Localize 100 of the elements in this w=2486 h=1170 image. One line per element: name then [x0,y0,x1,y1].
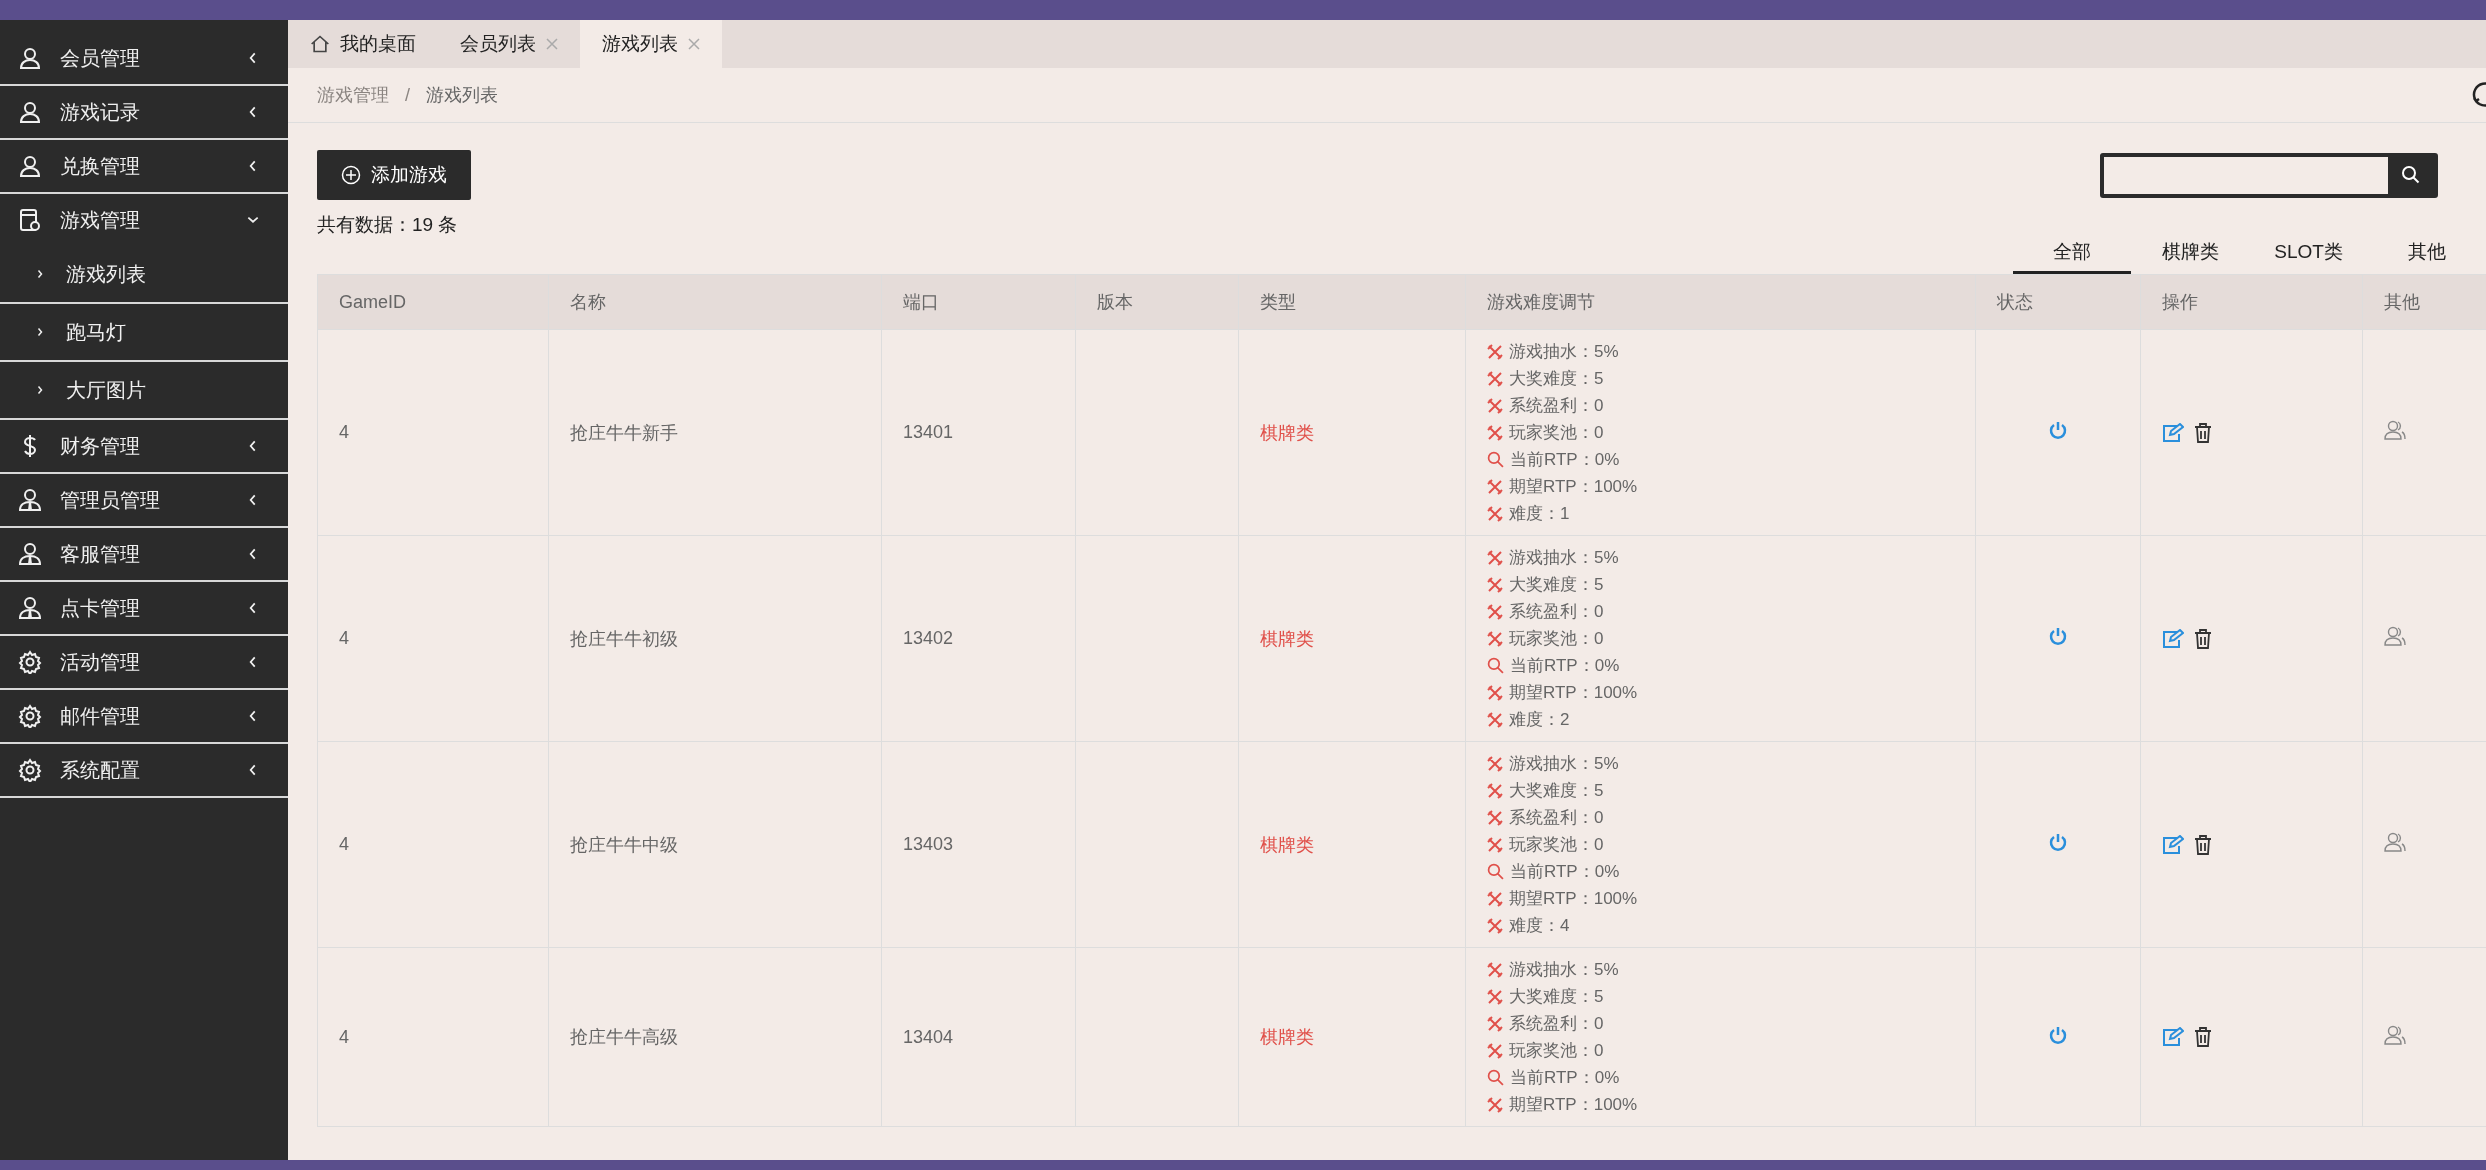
column-header: 版本 [1075,274,1239,330]
add-game-button[interactable]: 添加游戏 [317,150,471,200]
edit-icon[interactable] [2162,422,2184,443]
edit-icon[interactable] [2162,628,2184,649]
trash-icon[interactable] [2194,1027,2212,1047]
filter-tab[interactable]: SLOT类 [2249,232,2368,274]
table-cell: 抢庄牛牛新手 [548,329,882,536]
sidebar-item[interactable]: 财务管理 [0,420,288,474]
column-header: GameID [317,274,549,330]
trash-icon[interactable] [2194,834,2212,855]
home-icon [310,34,330,54]
table-cell: 棋牌类 [1238,329,1466,536]
column-header: 名称 [548,274,882,330]
tools-icon [1487,576,1503,593]
sidebar-item[interactable]: 游戏记录 [0,86,288,140]
tools-icon [1487,711,1503,728]
sidebar-subitem[interactable]: 游戏列表 [0,246,288,304]
setting-text: 当前RTP：0% [1510,1067,1620,1089]
tools-icon [1487,1042,1503,1059]
sidebar-item[interactable]: 客服管理 [0,528,288,582]
power-icon[interactable] [2048,1024,2068,1045]
close-icon[interactable] [546,38,558,50]
setting-text: 游戏抽水：5% [1509,341,1619,363]
column-header: 游戏难度调节 [1465,274,1976,330]
gear-icon [18,758,42,782]
tools-icon [1487,549,1503,566]
tools-icon [1487,836,1503,853]
table-cell: 13401 [881,329,1076,536]
tools-icon [1487,1015,1503,1032]
table-cell: 棋牌类 [1238,535,1466,742]
tools-icon [1487,603,1503,620]
setting-text: 大奖难度：5 [1509,780,1604,802]
setting-text: 当前RTP：0% [1510,861,1620,883]
sidebar-item[interactable]: 游戏管理 [0,194,288,246]
trash-icon[interactable] [2194,422,2212,443]
users-icon[interactable] [2384,626,2406,646]
setting-text: 玩家奖池：0 [1509,628,1604,650]
users-icon[interactable] [2384,832,2406,852]
tools-icon [1487,1096,1503,1113]
gear-icon [18,650,42,674]
sidebar-item[interactable]: 会员管理 [0,32,288,86]
power-icon[interactable] [2048,626,2068,646]
filter-tab[interactable]: 其他 [2367,232,2486,274]
setting-text: 期望RTP：100% [1509,682,1638,704]
tools-icon [1487,370,1503,387]
tools-icon [1487,630,1503,647]
power-icon[interactable] [2048,420,2068,440]
tools-icon [1487,684,1503,701]
setting-text: 大奖难度：5 [1509,986,1604,1008]
page-tab[interactable]: 游戏列表 [580,20,722,68]
users-icon[interactable] [2384,420,2406,440]
magnifier-icon [1487,1069,1504,1086]
table-cell: 4 [317,947,549,1127]
column-header: 操作 [2140,274,2363,330]
table-cell: 抢庄牛牛初级 [548,535,882,742]
tools-icon [1487,917,1503,934]
power-icon[interactable] [2048,832,2068,852]
tools-icon [1487,343,1503,360]
setting-text: 游戏抽水：5% [1509,753,1619,775]
tools-icon [1487,890,1503,907]
table-cell: 4 [317,741,549,948]
setting-text: 玩家奖池：0 [1509,422,1604,444]
tools-icon [1487,755,1503,772]
table-cell: 13404 [881,947,1076,1127]
table-cell: 抢庄牛牛中级 [548,741,882,948]
user-icon [18,100,42,124]
column-header: 端口 [881,274,1076,330]
page-tab[interactable]: 我的桌面 [288,20,438,68]
sidebar-item[interactable]: 兑换管理 [0,140,288,194]
trash-icon[interactable] [2194,628,2212,649]
setting-text: 难度：2 [1509,709,1570,731]
edit-icon[interactable] [2162,834,2184,855]
filter-tab[interactable]: 棋牌类 [2131,232,2250,274]
breadcrumb-separator: / [405,84,410,106]
sidebar-item[interactable]: 管理员管理 [0,474,288,528]
sidebar-subitem[interactable]: 跑马灯 [0,304,288,362]
sidebar-item[interactable]: 系统配置 [0,744,288,798]
sidebar-item[interactable]: 点卡管理 [0,582,288,636]
table-cell: 13403 [881,741,1076,948]
magnifier-icon [1487,451,1504,468]
setting-text: 系统盈利：0 [1509,601,1604,623]
tools-icon [1487,478,1503,495]
close-icon[interactable] [688,38,700,50]
column-header: 类型 [1238,274,1466,330]
tools-icon [1487,809,1503,826]
tools-icon [1487,961,1503,978]
setting-text: 难度：1 [1509,503,1570,525]
sidebar-item[interactable]: 邮件管理 [0,690,288,744]
search-field[interactable] [2100,152,2438,198]
page-tab[interactable]: 会员列表 [438,20,580,68]
table-cell: 棋牌类 [1238,741,1466,948]
setting-text: 期望RTP：100% [1509,1094,1638,1116]
breadcrumb-item[interactable]: 游戏列表 [426,83,498,107]
sidebar-item[interactable]: 活动管理 [0,636,288,690]
admin-icon [18,596,42,620]
edit-icon[interactable] [2162,1027,2184,1047]
search-icon[interactable] [2401,165,2421,185]
user-icon [18,46,42,70]
users-icon[interactable] [2384,1024,2406,1045]
sidebar-subitem[interactable]: 大厅图片 [0,362,288,420]
